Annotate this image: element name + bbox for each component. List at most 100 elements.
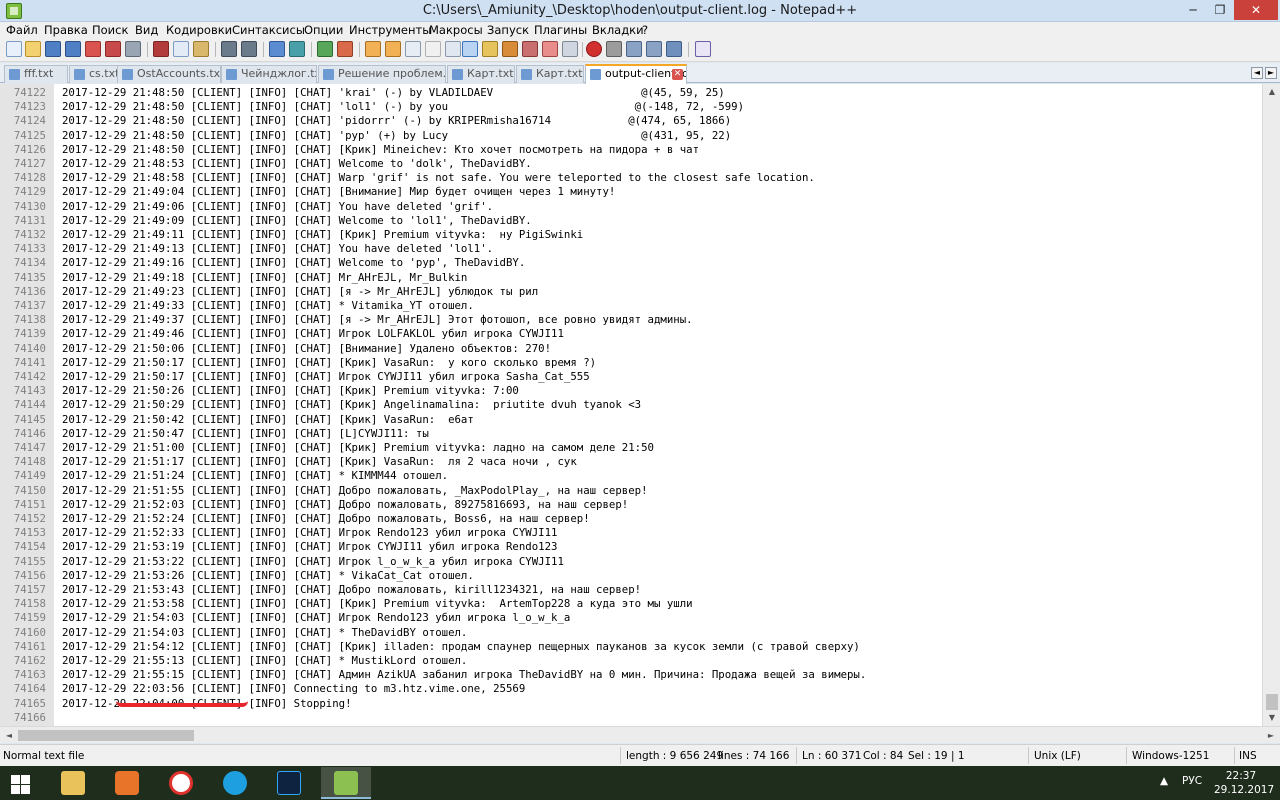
status-encoding[interactable]: Windows-1251	[1132, 750, 1209, 762]
word-wrap-icon[interactable]	[405, 41, 421, 57]
cut-icon[interactable]	[153, 41, 169, 57]
folder-workspace-icon[interactable]	[542, 41, 558, 57]
menu-search[interactable]: Поиск	[92, 23, 128, 37]
undo-icon[interactable]	[221, 41, 237, 57]
menu-syntax[interactable]: Синтаксисы	[232, 23, 305, 37]
editor-line[interactable]: 74160 2017-12-29 21:54:03 [CLIENT] [INFO]…	[0, 626, 1262, 640]
menu-macros[interactable]: Макросы	[429, 23, 483, 37]
vertical-scrollbar[interactable]: ▲ ▼	[1262, 84, 1280, 726]
editor-line[interactable]: 74139 2017-12-29 21:49:46 [CLIENT] [INFO]…	[0, 327, 1262, 341]
taskbar-explorer[interactable]	[48, 767, 98, 799]
record-macro-icon[interactable]	[586, 41, 602, 57]
editor-line[interactable]: 74148 2017-12-29 21:51:17 [CLIENT] [INFO]…	[0, 455, 1262, 469]
menu-file[interactable]: Файл	[6, 23, 38, 37]
editor-line[interactable]: 74130 2017-12-29 21:49:06 [CLIENT] [INFO]…	[0, 200, 1262, 214]
vertical-scroll-thumb[interactable]	[1266, 694, 1278, 710]
menu-help[interactable]: ?	[642, 23, 648, 37]
find-icon[interactable]	[269, 41, 285, 57]
taskbar-app-orange[interactable]	[102, 767, 152, 799]
taskbar-yandex-browser[interactable]	[156, 767, 206, 799]
editor-line[interactable]: 74163 2017-12-29 21:55:15 [CLIENT] [INFO]…	[0, 668, 1262, 682]
zoom-in-icon[interactable]	[317, 41, 333, 57]
function-list-icon[interactable]	[522, 41, 538, 57]
status-eol[interactable]: Unix (LF)	[1034, 750, 1081, 762]
replace-icon[interactable]	[289, 41, 305, 57]
menu-encoding[interactable]: Кодировки	[166, 23, 232, 37]
editor-line[interactable]: 74157 2017-12-29 21:53:43 [CLIENT] [INFO]…	[0, 583, 1262, 597]
editor-line[interactable]: 74147 2017-12-29 21:51:00 [CLIENT] [INFO]…	[0, 441, 1262, 455]
tray-language[interactable]: РУС	[1182, 775, 1202, 787]
spellcheck-icon[interactable]	[695, 41, 711, 57]
editor-line[interactable]: 74123 2017-12-29 21:48:50 [CLIENT] [INFO]…	[0, 100, 1262, 114]
editor-line[interactable]: 74143 2017-12-29 21:50:26 [CLIENT] [INFO]…	[0, 384, 1262, 398]
editor-line[interactable]: 74158 2017-12-29 21:53:58 [CLIENT] [INFO]…	[0, 597, 1262, 611]
editor-line[interactable]: 74142 2017-12-29 21:50:17 [CLIENT] [INFO]…	[0, 370, 1262, 384]
editor-line[interactable]: 74126 2017-12-29 21:48:50 [CLIENT] [INFO]…	[0, 143, 1262, 157]
tab-kart-2[interactable]: Карт.txt	[516, 65, 584, 83]
new-file-icon[interactable]	[6, 41, 22, 57]
editor-line[interactable]: 74162 2017-12-29 21:55:13 [CLIENT] [INFO]…	[0, 654, 1262, 668]
text-editor[interactable]: 74122 2017-12-29 21:48:50 [CLIENT] [INFO]…	[0, 84, 1262, 726]
editor-line[interactable]: 74152 2017-12-29 21:52:24 [CLIENT] [INFO]…	[0, 512, 1262, 526]
editor-line[interactable]: 74159 2017-12-29 21:54:03 [CLIENT] [INFO]…	[0, 611, 1262, 625]
editor-line[interactable]: 74150 2017-12-29 21:51:55 [CLIENT] [INFO]…	[0, 484, 1262, 498]
tab-output-client[interactable]: output-client.log ✕	[585, 64, 687, 84]
close-button[interactable]: ✕	[1234, 0, 1278, 20]
sync-vertical-icon[interactable]	[365, 41, 381, 57]
editor-line[interactable]: 74166	[0, 711, 1262, 725]
editor-line[interactable]: 74141 2017-12-29 21:50:17 [CLIENT] [INFO]…	[0, 356, 1262, 370]
view-mode-icon[interactable]	[462, 41, 478, 57]
doc-map-icon[interactable]	[502, 41, 518, 57]
paste-icon[interactable]	[193, 41, 209, 57]
editor-line[interactable]: 74138 2017-12-29 21:49:37 [CLIENT] [INFO]…	[0, 313, 1262, 327]
scroll-left-icon[interactable]: ◄	[2, 729, 16, 742]
run-macro-multiple-icon[interactable]	[646, 41, 662, 57]
editor-line[interactable]: 74132 2017-12-29 21:49:11 [CLIENT] [INFO]…	[0, 228, 1262, 242]
tray-clock[interactable]: 22:37 29.12.2017	[1214, 769, 1274, 797]
menu-view[interactable]: Вид	[135, 23, 158, 37]
taskbar-photoshop[interactable]	[264, 767, 314, 799]
tab-solutions[interactable]: Решение проблем.txt	[318, 65, 446, 83]
editor-line[interactable]: 74127 2017-12-29 21:48:53 [CLIENT] [INFO]…	[0, 157, 1262, 171]
editor-line[interactable]: 74128 2017-12-29 21:48:58 [CLIENT] [INFO]…	[0, 171, 1262, 185]
menu-tabs[interactable]: Вкладки	[592, 23, 644, 37]
editor-line[interactable]: 74124 2017-12-29 21:48:50 [CLIENT] [INFO]…	[0, 114, 1262, 128]
stop-macro-icon[interactable]	[606, 41, 622, 57]
status-insert-mode[interactable]: INS	[1239, 750, 1257, 762]
editor-line[interactable]: 74151 2017-12-29 21:52:03 [CLIENT] [INFO]…	[0, 498, 1262, 512]
tab-scroll-left-icon[interactable]: ◄	[1251, 67, 1263, 79]
editor-line[interactable]: 74153 2017-12-29 21:52:33 [CLIENT] [INFO]…	[0, 526, 1262, 540]
menu-plugins[interactable]: Плагины	[534, 23, 587, 37]
editor-line[interactable]: 74125 2017-12-29 21:48:50 [CLIENT] [INFO]…	[0, 129, 1262, 143]
scroll-right-icon[interactable]: ►	[1264, 729, 1278, 742]
taskbar-notepadpp[interactable]	[321, 767, 371, 799]
copy-icon[interactable]	[173, 41, 189, 57]
print-icon[interactable]	[125, 41, 141, 57]
tab-close-icon[interactable]: ✕	[672, 69, 683, 80]
menu-run[interactable]: Запуск	[487, 23, 529, 37]
play-macro-icon[interactable]	[626, 41, 642, 57]
language-icon[interactable]	[482, 41, 498, 57]
menu-options[interactable]: Опции	[304, 23, 343, 37]
save-all-icon[interactable]	[65, 41, 81, 57]
scroll-down-icon[interactable]: ▼	[1265, 711, 1279, 725]
editor-line[interactable]: 74133 2017-12-29 21:49:13 [CLIENT] [INFO]…	[0, 242, 1262, 256]
editor-line[interactable]: 74156 2017-12-29 21:53:26 [CLIENT] [INFO]…	[0, 569, 1262, 583]
editor-line[interactable]: 74134 2017-12-29 21:49:16 [CLIENT] [INFO]…	[0, 256, 1262, 270]
tray-expand-icon[interactable]: ▲	[1160, 775, 1168, 787]
editor-line[interactable]: 74140 2017-12-29 21:50:06 [CLIENT] [INFO]…	[0, 342, 1262, 356]
menu-tools[interactable]: Инструменты	[349, 23, 431, 37]
editor-line[interactable]: 74161 2017-12-29 21:54:12 [CLIENT] [INFO]…	[0, 640, 1262, 654]
tab-ostaccounts[interactable]: OstAccounts.txt	[117, 65, 221, 83]
save-macro-icon[interactable]	[666, 41, 682, 57]
sync-horizontal-icon[interactable]	[385, 41, 401, 57]
editor-line[interactable]: 74155 2017-12-29 21:53:22 [CLIENT] [INFO]…	[0, 555, 1262, 569]
editor-line[interactable]: 74154 2017-12-29 21:53:19 [CLIENT] [INFO]…	[0, 540, 1262, 554]
start-button[interactable]	[0, 767, 42, 799]
tab-fff[interactable]: fff.txt	[4, 65, 68, 83]
tab-scroll-right-icon[interactable]: ►	[1265, 67, 1277, 79]
editor-line[interactable]: 74122 2017-12-29 21:48:50 [CLIENT] [INFO]…	[0, 86, 1262, 100]
editor-line[interactable]: 74149 2017-12-29 21:51:24 [CLIENT] [INFO]…	[0, 469, 1262, 483]
show-all-chars-icon[interactable]	[425, 41, 441, 57]
editor-line[interactable]: 74129 2017-12-29 21:49:04 [CLIENT] [INFO]…	[0, 185, 1262, 199]
